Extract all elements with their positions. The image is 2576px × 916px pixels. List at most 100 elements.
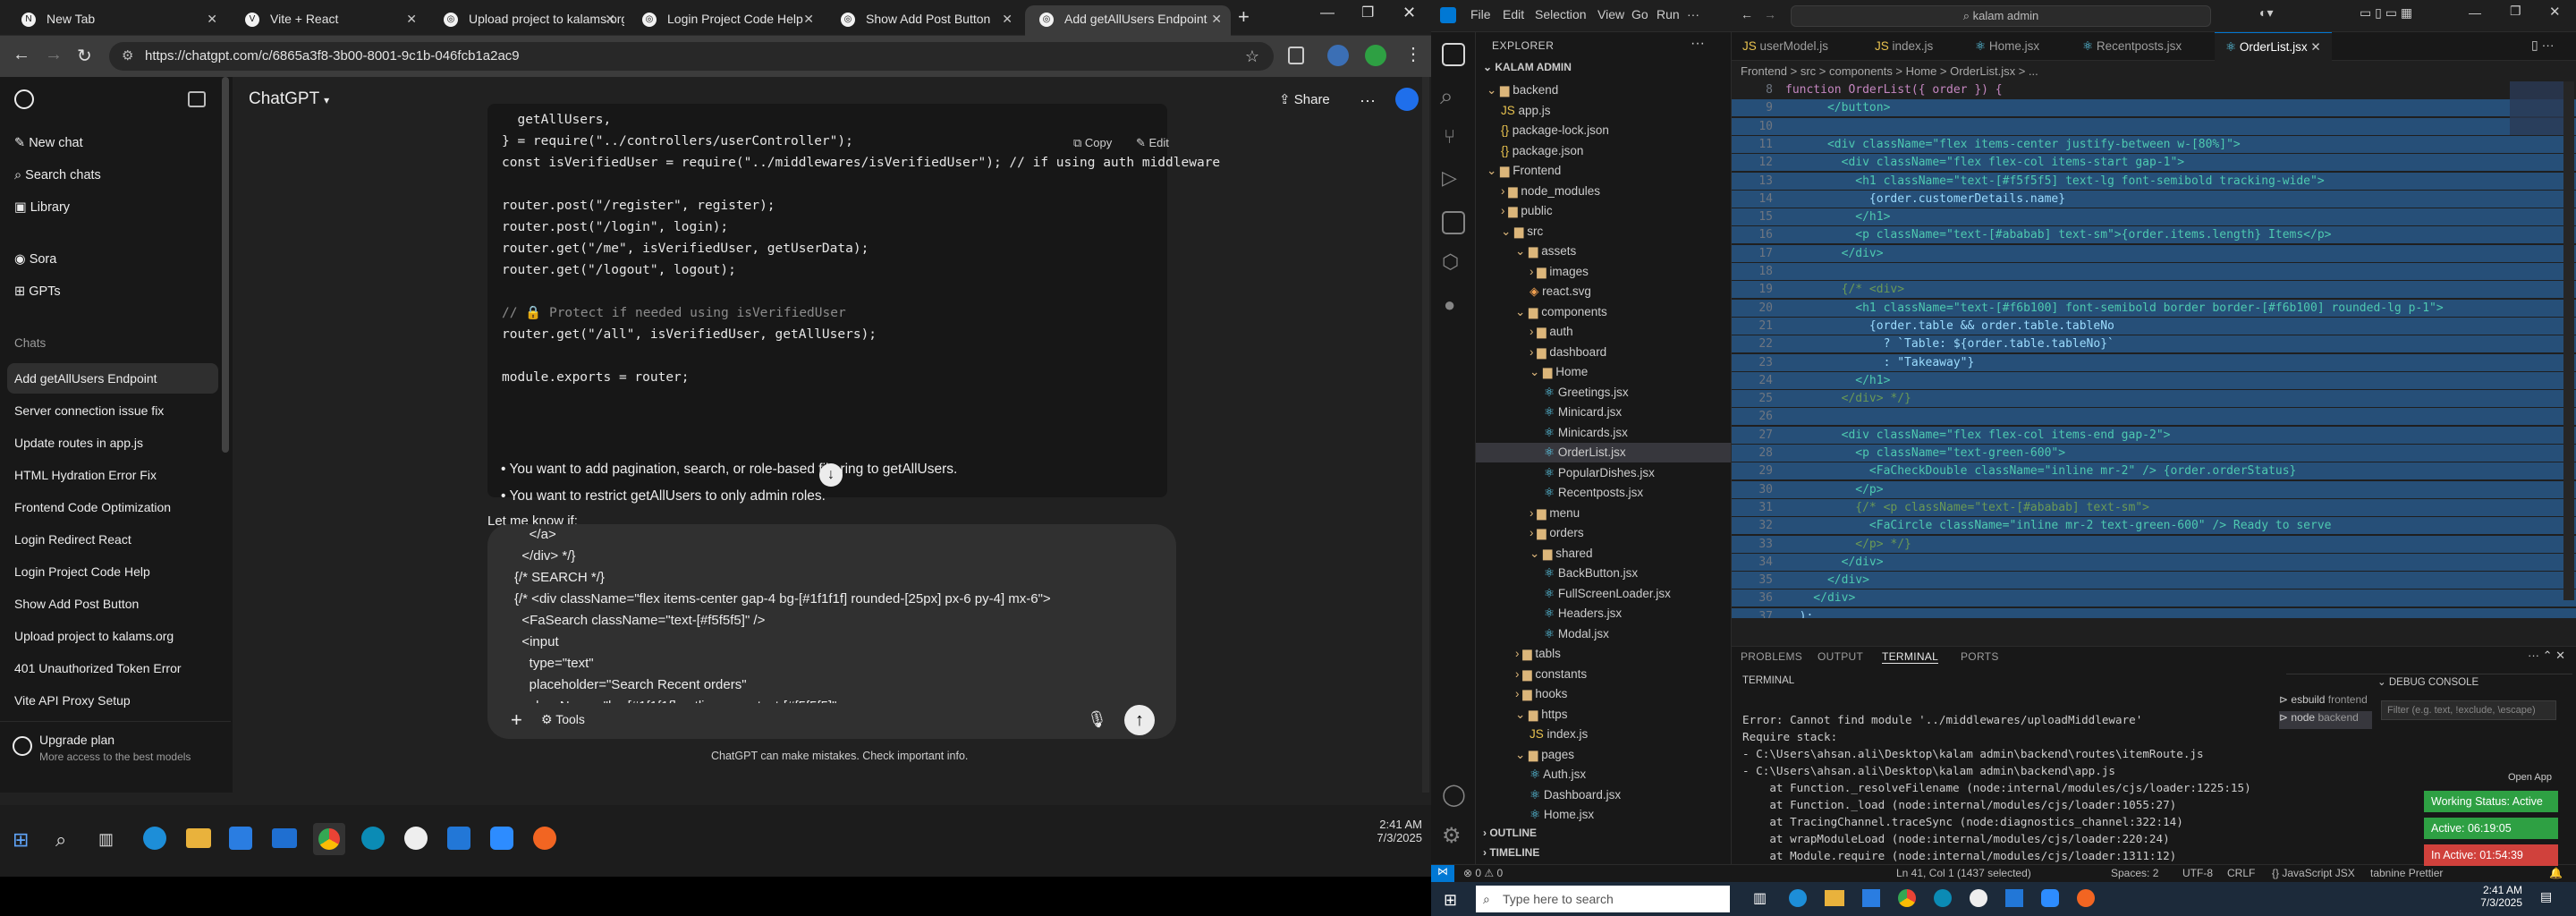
remote-explorer-icon[interactable]: ⬡	[1442, 250, 1459, 274]
minimize-icon[interactable]: —	[1320, 5, 1335, 21]
code-line[interactable]: 34 </div>	[1732, 553, 2576, 571]
profile-extension-icon[interactable]	[1327, 45, 1349, 66]
tree-file[interactable]: JS app.js	[1476, 101, 1731, 121]
zoom-icon[interactable]	[2041, 889, 2059, 907]
close-tab-icon[interactable]: ✕	[1002, 5, 1013, 32]
forward-icon[interactable]: →	[45, 45, 63, 65]
library-button[interactable]: ▣ Library	[14, 200, 70, 215]
code-line[interactable]: 20 <h1 className="text-[#f6b100] font-se…	[1732, 299, 2576, 317]
avatar[interactable]	[1365, 45, 1386, 66]
tree-file[interactable]: ⚛ Headers.jsx	[1476, 604, 1731, 623]
code-line[interactable]: 31 {/* <p className="text-[#ababab] text…	[1732, 498, 2576, 516]
restore-icon[interactable]: ❐	[2510, 4, 2521, 19]
code-line[interactable]: 8 function OrderList({ order }) {	[1732, 81, 2576, 98]
tree-folder[interactable]: ⌄ ▆ src	[1476, 222, 1731, 242]
tree-file[interactable]: ⚛ Minicard.jsx	[1476, 403, 1731, 422]
sidebar-toggle-icon[interactable]	[188, 91, 206, 107]
menu-file[interactable]: File	[1470, 7, 1491, 21]
windows-start-icon[interactable]: ⊞	[1444, 891, 1457, 910]
tree-folder[interactable]: › ▆ hooks	[1476, 684, 1731, 704]
chat-history-item[interactable]: Add getAllUsers Endpoint	[7, 363, 218, 394]
close-tab-icon[interactable]: ✕	[2310, 40, 2320, 54]
menu-go[interactable]: Go	[1631, 7, 1648, 21]
editor-tab-home[interactable]: ⚛ Home.jsx	[1964, 32, 2050, 61]
code-line[interactable]: 29 <FaCheckDouble className="inline mr-2…	[1732, 462, 2576, 480]
code-line[interactable]: 28 <p className="text-green-600">	[1732, 445, 2576, 462]
code-line[interactable]: 18	[1732, 263, 2576, 280]
tree-folder[interactable]: › ▆ tabls	[1476, 644, 1731, 664]
tree-file[interactable]: ◈ react.svg	[1476, 282, 1731, 301]
tree-file[interactable]: ⚛ BackButton.jsx	[1476, 564, 1731, 583]
chat-history-item[interactable]: Vite API Proxy Setup	[7, 685, 218, 716]
notifications-icon[interactable]: ▤	[2540, 889, 2552, 904]
editor-scrollbar[interactable]	[2563, 81, 2574, 600]
menu-selection[interactable]: Selection	[1535, 7, 1587, 21]
browser-tab-show-add-post[interactable]: ◎ Show Add Post Button ✕	[826, 5, 1021, 34]
chat-history-item[interactable]: HTML Hydration Error Fix	[7, 460, 218, 490]
code-line[interactable]: 30 </p>	[1732, 480, 2576, 498]
tree-folder[interactable]: ⌄ ▆ assets	[1476, 242, 1731, 261]
nav-back-icon[interactable]: ←	[1741, 7, 1753, 21]
close-tab-icon[interactable]: ✕	[207, 5, 217, 32]
code-line[interactable]: 27 <div className="flex flex-col items-e…	[1732, 426, 2576, 444]
command-center-search[interactable]: ⌕ kalam admin	[1791, 5, 2211, 27]
tree-file[interactable]: ⚛ Minicards.jsx	[1476, 423, 1731, 443]
browser-tab-upload[interactable]: ◎ Upload project to kalams.org ✕	[429, 5, 624, 34]
tree-folder[interactable]: › ▆ orders	[1476, 523, 1731, 543]
code-line[interactable]: 9 </button>	[1732, 99, 2576, 117]
menu-more[interactable]: ···	[1687, 7, 1699, 21]
code-line[interactable]: 36 </div>	[1732, 589, 2576, 607]
postman-icon[interactable]	[2077, 889, 2095, 907]
app-icon[interactable]	[404, 827, 428, 850]
code-editor[interactable]: 8 function OrderList({ order }) {9 </butt…	[1732, 81, 2576, 618]
store-icon[interactable]	[229, 827, 252, 850]
outline-section[interactable]: › OUTLINE	[1483, 827, 1537, 839]
browser-tab-vite[interactable]: V Vite + React ✕	[231, 5, 426, 34]
extension-icon[interactable]	[1288, 47, 1304, 64]
terminal-item-node[interactable]: ⊳ node backend	[2279, 711, 2372, 729]
code-line[interactable]: 32 <FaCircle className="inline mr-2 text…	[1732, 517, 2576, 535]
search-chats-button[interactable]: ⌕ Search chats	[14, 168, 101, 182]
app-icon[interactable]	[1970, 889, 1987, 907]
code-line[interactable]: 24 </h1>	[1732, 371, 2576, 389]
site-info-icon[interactable]: ⚙	[122, 42, 133, 71]
terminal-output[interactable]: Error: Cannot find module '../middleware…	[1742, 711, 2279, 879]
tree-folder[interactable]: › ▆ public	[1476, 201, 1731, 221]
chat-history-item[interactable]: 401 Unauthorized Token Error	[7, 653, 218, 683]
chat-history-item[interactable]: Login Project Code Help	[7, 556, 218, 587]
minimap[interactable]	[2510, 81, 2563, 135]
editor-tab-index[interactable]: JS index.js	[1864, 32, 1944, 61]
tree-file[interactable]: {} package.json	[1476, 141, 1731, 161]
more-options-icon[interactable]: ···	[1360, 91, 1376, 110]
tree-folder[interactable]: › ▆ images	[1476, 262, 1731, 282]
cursor-position[interactable]: Ln 41, Col 1 (1437 selected)	[1896, 867, 2031, 879]
panel-tab-output[interactable]: OUTPUT	[1818, 650, 1863, 663]
code-line[interactable]: 11 <div className="flex items-center jus…	[1732, 135, 2576, 153]
tree-file[interactable]: ⚛ Greetings.jsx	[1476, 383, 1731, 403]
tree-file[interactable]: ⚛ OrderList.jsx	[1476, 443, 1731, 462]
back-icon[interactable]: ←	[13, 45, 30, 65]
zoom-icon[interactable]	[490, 827, 513, 850]
chat-history-item[interactable]: Login Redirect React	[7, 524, 218, 555]
code-line[interactable]: 10	[1732, 117, 2576, 135]
tabnine-icon[interactable]: ●	[1444, 293, 1455, 317]
tree-folder[interactable]: › ▆ node_modules	[1476, 182, 1731, 201]
maximize-icon[interactable]: ❐	[1361, 4, 1374, 21]
gpts-button[interactable]: ⊞ GPTs	[14, 284, 61, 299]
chat-history-item[interactable]: Update routes in app.js	[7, 428, 218, 458]
tree-file[interactable]: ⚛ PopularDishes.jsx	[1476, 463, 1731, 483]
indentation[interactable]: Spaces: 2	[2111, 867, 2158, 879]
search-icon[interactable]: ⌕	[1440, 82, 1453, 111]
account-icon[interactable]: ◯	[1442, 782, 1466, 808]
edit-code-button[interactable]: ✎ Edit	[1136, 136, 1169, 150]
tree-folder[interactable]: › ▆ dashboard	[1476, 343, 1731, 362]
code-line[interactable]: 19 {/* <div>	[1732, 281, 2576, 299]
more-actions-icon[interactable]: ···	[1690, 36, 1705, 52]
code-line[interactable]: 12 <div className="flex flex-col items-s…	[1732, 154, 2576, 172]
breadcrumb[interactable]: Frontend > src > components > Home > Ord…	[1732, 62, 2576, 81]
search-icon[interactable]: ⌕	[55, 828, 66, 852]
tree-folder[interactable]: ⌄ ▆ Home	[1476, 362, 1731, 382]
store-icon[interactable]	[1862, 889, 1880, 907]
settings-gear-icon[interactable]: ⚙	[1442, 823, 1462, 849]
mail-icon[interactable]	[272, 828, 297, 848]
